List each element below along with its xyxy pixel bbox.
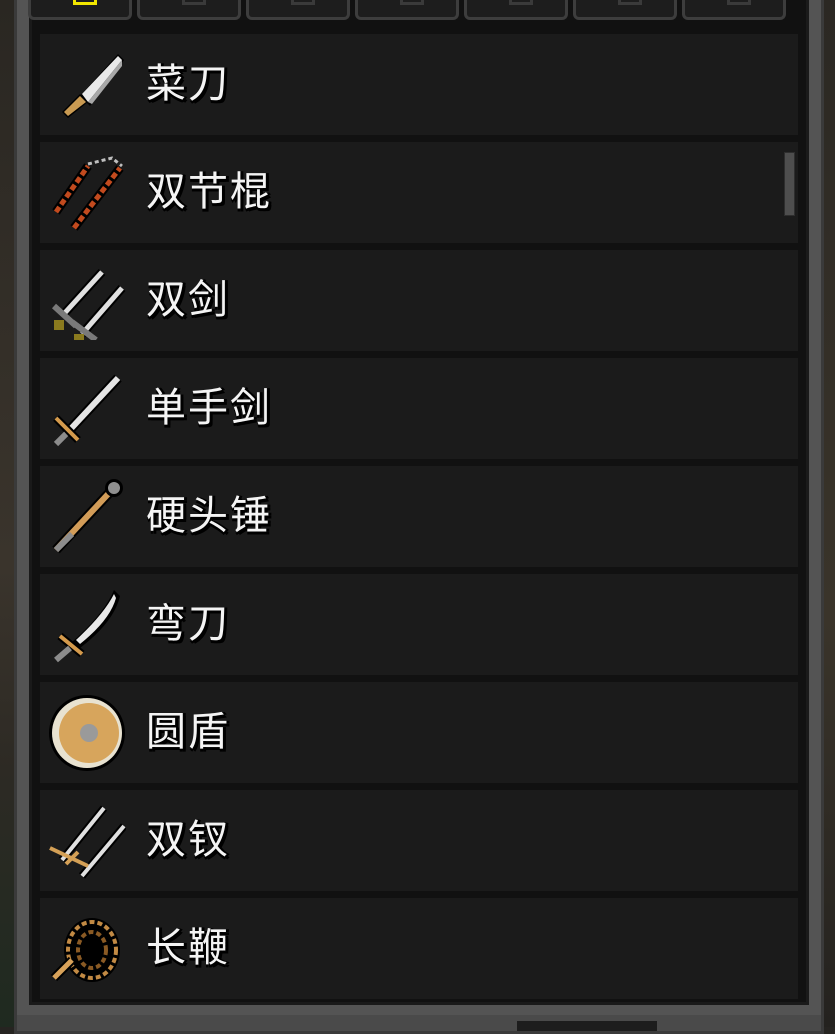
- list-item[interactable]: 双剑: [40, 250, 798, 351]
- scimitar-icon: [54, 590, 120, 663]
- tab-3[interactable]: [246, 0, 350, 20]
- whip-icon: [50, 918, 120, 982]
- tab-7[interactable]: [682, 0, 786, 20]
- game-world-right-edge: [823, 0, 835, 1027]
- tab-4[interactable]: [355, 0, 459, 20]
- list-item[interactable]: 单手剑: [40, 358, 798, 459]
- list-item[interactable]: 长鞭: [40, 898, 798, 999]
- twin-swords-icon: [51, 268, 126, 340]
- item-label: 双节棍: [146, 169, 272, 215]
- item-label: 硬头锤: [146, 493, 272, 539]
- list-item[interactable]: 双节棍: [40, 142, 798, 243]
- panel-bottom-notch: [517, 1021, 657, 1031]
- tab-weapons[interactable]: [28, 0, 132, 20]
- game-world-left-edge: [0, 0, 14, 1027]
- item-label: 长鞭: [146, 925, 230, 971]
- item-label: 圆盾: [146, 709, 230, 755]
- tab-2[interactable]: [137, 0, 241, 20]
- tab-4-icon: [400, 0, 424, 5]
- tab-3-icon: [291, 0, 315, 5]
- tab-6-icon: [618, 0, 642, 5]
- list-item[interactable]: 菜刀: [40, 34, 798, 135]
- tab-5-icon: [509, 0, 533, 5]
- round-shield-icon: [49, 695, 125, 771]
- panel-bottom-bar: [17, 1015, 821, 1031]
- item-label: 双钗: [146, 817, 230, 863]
- twin-sai-icon: [49, 805, 126, 879]
- category-tabs: [28, 0, 803, 26]
- nunchaku-icon: [52, 156, 124, 231]
- tab-2-icon: [182, 0, 206, 5]
- list-item[interactable]: 双钗: [40, 790, 798, 891]
- cleaver-icon: [62, 54, 124, 118]
- scrollbar-thumb[interactable]: [784, 152, 795, 216]
- item-list: 菜刀 双节棍 双剑 单手剑 硬头锤 弯刀 圆盾 双钗 长鞭: [40, 34, 798, 1006]
- one-handed-sword-icon: [53, 374, 122, 447]
- list-item[interactable]: 硬头锤: [40, 466, 798, 567]
- item-label: 单手剑: [146, 385, 272, 431]
- tab-7-icon: [727, 0, 751, 5]
- mace-icon: [52, 479, 123, 554]
- tab-5[interactable]: [464, 0, 568, 20]
- weapons-tab-icon: [73, 0, 97, 5]
- item-label: 双剑: [146, 277, 230, 323]
- list-item[interactable]: 弯刀: [40, 574, 798, 675]
- tab-6[interactable]: [573, 0, 677, 20]
- list-item[interactable]: 圆盾: [40, 682, 798, 783]
- item-label: 菜刀: [146, 61, 230, 107]
- item-label: 弯刀: [146, 601, 230, 647]
